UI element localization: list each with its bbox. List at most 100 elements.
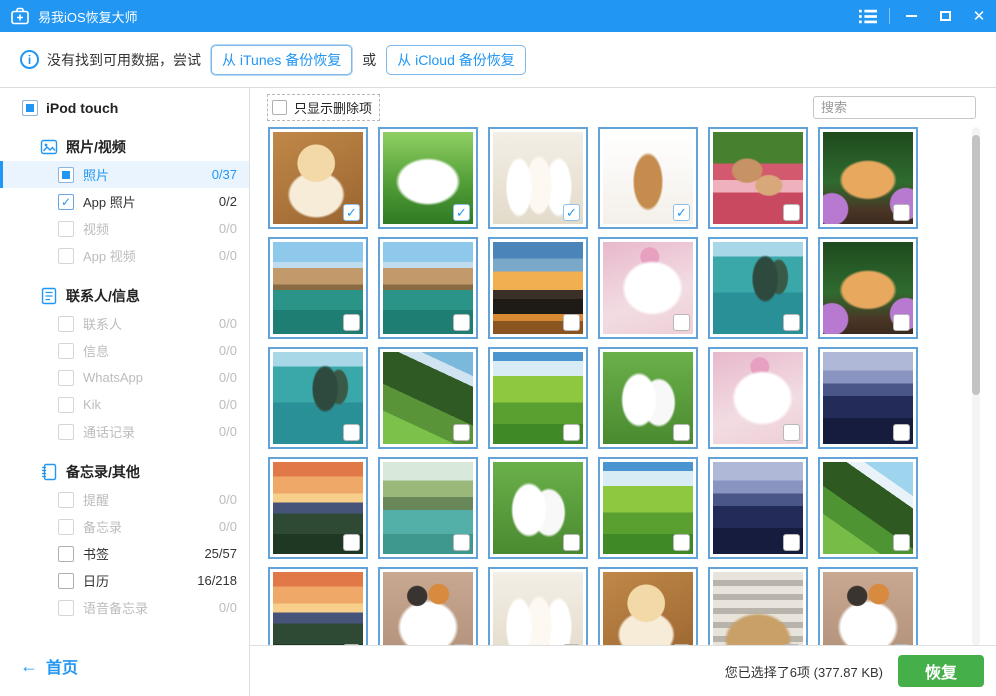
photo-checkbox[interactable]: ✓ bbox=[343, 204, 360, 221]
photo-thumbnail-white-rabbit-with-flower[interactable] bbox=[708, 347, 808, 449]
photo-checkbox[interactable] bbox=[673, 424, 690, 441]
sidebar-item-contacts[interactable]: 联系人0/0 bbox=[0, 310, 249, 337]
photo-thumbnail-sunset-over-ocean[interactable] bbox=[488, 237, 588, 339]
minimize-button[interactable] bbox=[894, 0, 928, 32]
sidebar-item-videos[interactable]: 视频0/0 bbox=[0, 215, 249, 242]
photo-checkbox[interactable] bbox=[893, 424, 910, 441]
recover-button[interactable]: 恢复 bbox=[898, 655, 984, 687]
photo-checkbox[interactable] bbox=[893, 534, 910, 551]
item-checkbox[interactable] bbox=[58, 546, 74, 562]
photo-thumbnail-rolling-green-hills[interactable] bbox=[488, 347, 588, 449]
item-checkbox[interactable] bbox=[58, 370, 74, 386]
sidebar-item-reminders[interactable]: 提醒0/0 bbox=[0, 486, 249, 513]
sidebar-device-ipod-touch[interactable]: iPod touch bbox=[0, 96, 249, 120]
sidebar-item-photos[interactable]: 照片0/37 bbox=[0, 161, 249, 188]
photo-thumbnail-green-hill-cloudy-sky[interactable] bbox=[818, 457, 918, 559]
photo-thumbnail-sunset-over-mountains[interactable] bbox=[268, 567, 368, 645]
photo-checkbox[interactable] bbox=[343, 534, 360, 551]
photo-checkbox[interactable] bbox=[453, 424, 470, 441]
item-checkbox[interactable] bbox=[58, 221, 74, 237]
item-checkbox[interactable] bbox=[58, 397, 74, 413]
item-checkbox[interactable] bbox=[58, 573, 74, 589]
photo-thumbnail-mountain-lake-dusk[interactable] bbox=[818, 347, 918, 449]
sidebar-item-call-history[interactable]: 通话记录0/0 bbox=[0, 418, 249, 445]
photo-thumbnail-sea-stacks-coastline[interactable] bbox=[708, 237, 808, 339]
photo-checkbox[interactable] bbox=[563, 644, 580, 645]
photo-thumbnail-maltese-dog-group[interactable] bbox=[488, 567, 588, 645]
sidebar-item-messages[interactable]: 信息0/0 bbox=[0, 337, 249, 364]
photo-checkbox[interactable] bbox=[563, 534, 580, 551]
item-checkbox[interactable] bbox=[58, 519, 74, 535]
item-checkbox[interactable] bbox=[58, 167, 74, 183]
photo-thumbnail-mountain-lake-dusk[interactable] bbox=[708, 457, 808, 559]
photo-thumbnail-pomeranian-puppy[interactable] bbox=[598, 567, 698, 645]
photo-checkbox[interactable]: ✓ bbox=[563, 204, 580, 221]
photo-checkbox[interactable] bbox=[783, 314, 800, 331]
photo-thumbnail-rabbits-on-gingham-blanket[interactable] bbox=[708, 127, 808, 229]
close-button[interactable]: ✕ bbox=[962, 0, 996, 32]
photo-thumbnail-sunset-over-mountains[interactable] bbox=[268, 457, 368, 559]
sidebar-item-voice-memos[interactable]: 语音备忘录0/0 bbox=[0, 594, 249, 621]
photo-thumbnail-maltese-dog-group[interactable]: ✓ bbox=[488, 127, 588, 229]
show-deleted-only-checkbox[interactable] bbox=[272, 100, 287, 115]
photo-thumbnail-pomeranian-puppy[interactable]: ✓ bbox=[268, 127, 368, 229]
photo-checkbox[interactable] bbox=[783, 424, 800, 441]
maximize-button[interactable] bbox=[928, 0, 962, 32]
photo-checkbox[interactable] bbox=[343, 424, 360, 441]
photo-checkbox[interactable] bbox=[453, 644, 470, 645]
item-checkbox[interactable] bbox=[58, 343, 74, 359]
photo-thumbnail-coastal-cliff-beach[interactable] bbox=[268, 237, 368, 339]
photo-thumbnail-coastal-cliff-beach[interactable] bbox=[378, 237, 478, 339]
photo-checkbox[interactable] bbox=[453, 534, 470, 551]
search-input[interactable] bbox=[813, 96, 976, 119]
sidebar-item-bookmarks[interactable]: 书签25/57 bbox=[0, 540, 249, 567]
photo-checkbox[interactable] bbox=[893, 644, 910, 645]
photo-checkbox[interactable] bbox=[673, 534, 690, 551]
item-checkbox[interactable]: ✓ bbox=[58, 194, 74, 210]
sidebar-item-app-videos[interactable]: App 视频0/0 bbox=[0, 242, 249, 269]
photo-thumbnail-laughing-calico-kitten[interactable] bbox=[378, 567, 478, 645]
item-checkbox[interactable] bbox=[58, 492, 74, 508]
photo-thumbnail-two-samoyed-dogs[interactable] bbox=[488, 457, 588, 559]
sidebar-item-calendar[interactable]: 日历16/218 bbox=[0, 567, 249, 594]
photo-checkbox[interactable] bbox=[783, 534, 800, 551]
photo-thumbnail-kittens-with-purple-flowers[interactable] bbox=[818, 127, 918, 229]
photo-checkbox[interactable]: ✓ bbox=[453, 204, 470, 221]
photo-thumbnail-green-valley-hillside[interactable] bbox=[378, 347, 478, 449]
photo-thumbnail-sea-stacks-coastline[interactable] bbox=[268, 347, 368, 449]
photo-checkbox[interactable] bbox=[343, 644, 360, 645]
photo-checkbox[interactable]: ✓ bbox=[673, 204, 690, 221]
photo-checkbox[interactable] bbox=[563, 314, 580, 331]
photo-checkbox[interactable] bbox=[453, 314, 470, 331]
item-checkbox[interactable] bbox=[58, 424, 74, 440]
photo-thumbnail-kittens-with-purple-flowers[interactable] bbox=[818, 237, 918, 339]
photo-thumbnail-river-pavilion[interactable] bbox=[378, 457, 478, 559]
photo-checkbox[interactable] bbox=[563, 424, 580, 441]
scrollbar-thumb[interactable] bbox=[972, 135, 980, 395]
photo-checkbox[interactable] bbox=[783, 204, 800, 221]
sidebar-item-notes[interactable]: 备忘录0/0 bbox=[0, 513, 249, 540]
item-checkbox[interactable] bbox=[58, 600, 74, 616]
sidebar-item-whatsapp[interactable]: WhatsApp0/0 bbox=[0, 364, 249, 391]
photo-thumbnail-rolling-green-hills[interactable] bbox=[598, 457, 698, 559]
photo-checkbox[interactable] bbox=[673, 644, 690, 645]
show-deleted-only-toggle[interactable]: 只显示删除项 bbox=[268, 95, 379, 120]
photo-checkbox[interactable] bbox=[343, 314, 360, 331]
sidebar-item-app-photos[interactable]: ✓App 照片0/2 bbox=[0, 188, 249, 215]
restore-from-itunes-button[interactable]: 从 iTunes 备份恢复 bbox=[211, 45, 352, 75]
home-link[interactable]: ← 首页 bbox=[0, 654, 249, 696]
photo-thumbnail-white-rabbit-with-flower[interactable] bbox=[598, 237, 698, 339]
photo-thumbnail-tabby-cat-peeking[interactable] bbox=[708, 567, 808, 645]
photo-checkbox[interactable] bbox=[893, 204, 910, 221]
sidebar-item-kik[interactable]: Kik0/0 bbox=[0, 391, 249, 418]
photo-checkbox[interactable] bbox=[783, 644, 800, 645]
photo-checkbox[interactable] bbox=[893, 314, 910, 331]
photo-thumbnail-cocker-puppy-white-bg[interactable]: ✓ bbox=[598, 127, 698, 229]
photo-thumbnail-two-samoyed-dogs[interactable] bbox=[598, 347, 698, 449]
photo-checkbox[interactable] bbox=[673, 314, 690, 331]
menu-button[interactable] bbox=[851, 0, 885, 32]
item-checkbox[interactable] bbox=[58, 248, 74, 264]
item-checkbox[interactable] bbox=[58, 316, 74, 332]
photo-thumbnail-laughing-calico-kitten[interactable] bbox=[818, 567, 918, 645]
photo-thumbnail-samoyed-on-grass[interactable]: ✓ bbox=[378, 127, 478, 229]
